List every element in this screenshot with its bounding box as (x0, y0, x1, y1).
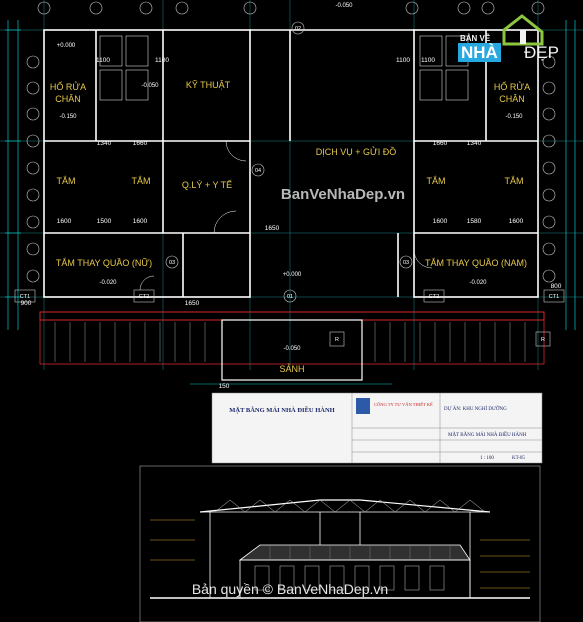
cad-drawing: MẶT BẰNG MÁI NHÀ ĐIỀU HÀNH CÔNG TY TƯ VẤ… (0, 0, 583, 622)
tag-ct2-left: CT2 (139, 294, 149, 300)
tag-ct1-right: CT1 (549, 294, 559, 300)
dimension-text: 1100 (421, 57, 435, 64)
tag-03-right: 03 (403, 260, 409, 266)
elevation-drawing (139, 465, 541, 622)
tag-03-left: 03 (169, 260, 175, 266)
room-tam-4: TẮM (505, 176, 524, 186)
dimension-text: 800 (551, 283, 562, 290)
room-sanh: SẢNH (279, 363, 304, 374)
dimension-text: 1650 (265, 225, 280, 232)
room-tam-2: TẮM (132, 176, 151, 186)
logo-nha: NHÀ (458, 43, 501, 62)
level-mark: -0.050 (141, 83, 159, 89)
dimension-texts: 1340 1660 1340 1660 1600 1500 1600 1600 … (21, 57, 562, 390)
room-ho-rua-chan-left-2: CHÂN (55, 94, 81, 104)
watermark-bottom: Bản quyền © BanVeNhaDep.vn (192, 581, 388, 597)
level-mark: -0.050 (335, 3, 353, 9)
room-qly-yte: Q.LÝ + Y TẾ (182, 180, 232, 190)
section-mark-a: R (335, 337, 339, 343)
dimension-text: 1580 (467, 218, 482, 225)
title-block-drawing-name: MẶT BẰNG MÁI NHÀ ĐIỀU HÀNH (448, 431, 527, 438)
dimension-text: 1660 (133, 140, 148, 147)
wc-stalls (99, 35, 469, 291)
title-block-scale: 1 : 100 (480, 456, 494, 461)
dimension-text: 1100 (396, 57, 410, 64)
dimension-text: 1100 (96, 57, 110, 64)
logo-dep: ĐẸP (524, 43, 559, 62)
level-mark: -0.150 (505, 114, 523, 120)
dimension-text: 1650 (185, 300, 200, 307)
dimension-text: 900 (21, 300, 32, 307)
tag-04: 04 (255, 168, 261, 174)
dimension-text: 1600 (509, 218, 524, 225)
title-block-company: CÔNG TY TƯ VẤN THIẾT KẾ (374, 402, 433, 407)
title-block-sheet-title: MẶT BẰNG MÁI NHÀ ĐIỀU HÀNH (229, 406, 335, 414)
top-grid-bubbles (37, 1, 545, 15)
level-mark: +0.000 (57, 43, 76, 49)
dimension-text: 1600 (57, 218, 72, 225)
room-tam-3: TẮM (427, 176, 446, 186)
room-thay-quao-nu: TẮM THAY QUẦO (NỮ) (56, 258, 152, 268)
dimension-text: 1600 (433, 218, 448, 225)
dimension-text: 1600 (133, 218, 148, 225)
room-tam-1: TẮM (57, 176, 76, 186)
tag-ct1-left: CT1 (20, 294, 30, 300)
left-grid-bubbles (26, 55, 556, 283)
dimension-text: 1340 (467, 140, 482, 147)
site-logo[interactable]: BẢN VẼ NHÀ ĐẸP (454, 14, 576, 68)
tag-ct2-right: CT2 (429, 294, 439, 300)
house-icon (502, 14, 544, 46)
title-block-sheet-no: KT-05 (512, 456, 525, 461)
dimension-text: 150 (219, 383, 230, 390)
room-thay-quao-nam: TẮM THAY QUẦO (NAM) (425, 258, 527, 268)
section-mark-b: R (541, 337, 545, 343)
dimension-text: 1340 (97, 140, 112, 147)
level-mark: -0.150 (59, 114, 77, 120)
level-mark: -0.020 (469, 280, 487, 286)
dimension-text: 1500 (97, 218, 112, 225)
dimension-text: 1660 (433, 140, 448, 147)
room-ky-thuat: KỸ THUẬT (186, 80, 231, 90)
title-block-project: DỰ ÁN: KHU NGHỈ DƯỠNG (444, 406, 507, 412)
dimension-text: 1100 (155, 57, 169, 64)
tag-02: 02 (295, 26, 301, 32)
level-mark: -0.020 (99, 280, 117, 286)
room-ho-rua-chan-right-1: HỐ RỬA (494, 81, 530, 92)
level-mark: -0.050 (283, 346, 301, 352)
room-ho-rua-chan-left-1: HỐ RỬA (50, 81, 86, 92)
room-dich-vu: DỊCH VỤ + GỬI ĐỒ (316, 146, 396, 157)
logo-top-text: BẢN VẼ (460, 34, 491, 43)
level-mark: +0.000 (283, 272, 302, 278)
room-ho-rua-chan-right-2: CHÂN (499, 94, 525, 104)
tag-01: 01 (287, 294, 293, 300)
watermark-center: BanVeNhaDep.vn (281, 186, 405, 203)
title-block: MẶT BẰNG MÁI NHÀ ĐIỀU HÀNH CÔNG TY TƯ VẤ… (211, 392, 543, 464)
